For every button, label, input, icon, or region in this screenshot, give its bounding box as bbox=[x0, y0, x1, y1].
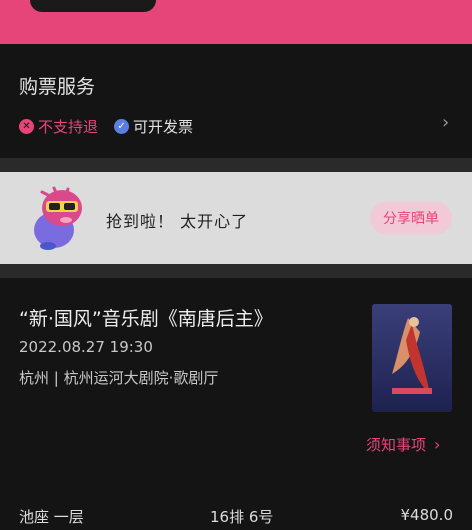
section-divider bbox=[0, 158, 472, 172]
mascot-icon bbox=[34, 186, 82, 250]
notice-link[interactable]: 须知事项 › bbox=[366, 434, 440, 455]
chevron-right-icon: › bbox=[434, 435, 441, 454]
invoice-label: 可开发票 bbox=[133, 118, 194, 136]
no-refund-label: 不支持退 bbox=[38, 118, 99, 136]
share-message: 抢到啦！ 太开心了 bbox=[106, 212, 249, 231]
show-datetime: 2022.08.27 19:30 bbox=[19, 338, 153, 356]
chevron-right-icon[interactable]: › bbox=[442, 112, 449, 133]
seat-area: 池座 一层 bbox=[19, 508, 84, 526]
header-pill[interactable] bbox=[30, 0, 156, 12]
show-poster bbox=[372, 304, 452, 412]
ticket-price: ¥480.0 bbox=[400, 506, 454, 524]
check-circle-icon: ✓ bbox=[114, 119, 130, 134]
seat-number: 16排 6号 bbox=[210, 508, 274, 526]
x-circle-icon: ✕ bbox=[19, 119, 34, 134]
show-card[interactable]: “新·国风”音乐剧《南唐后主》 2022.08.27 19:30 杭州 | 杭州… bbox=[0, 278, 472, 530]
notice-label: 须知事项 bbox=[366, 436, 427, 454]
header-bar bbox=[0, 0, 472, 44]
ticket-service-section[interactable]: 购票服务 ✕ 不支持退 ✓ 可开发票 › bbox=[0, 44, 472, 158]
share-banner: 抢到啦！ 太开心了 分享晒单 bbox=[0, 172, 472, 264]
service-title: 购票服务 bbox=[19, 76, 96, 98]
show-title: “新·国风”音乐剧《南唐后主》 bbox=[19, 308, 273, 330]
service-tags: ✕ 不支持退 ✓ 可开发票 bbox=[19, 116, 193, 137]
share-order-button[interactable]: 分享晒单 bbox=[370, 202, 452, 234]
show-venue: 杭州 | 杭州运河大剧院·歌剧厅 bbox=[19, 369, 219, 387]
section-divider bbox=[0, 264, 472, 278]
